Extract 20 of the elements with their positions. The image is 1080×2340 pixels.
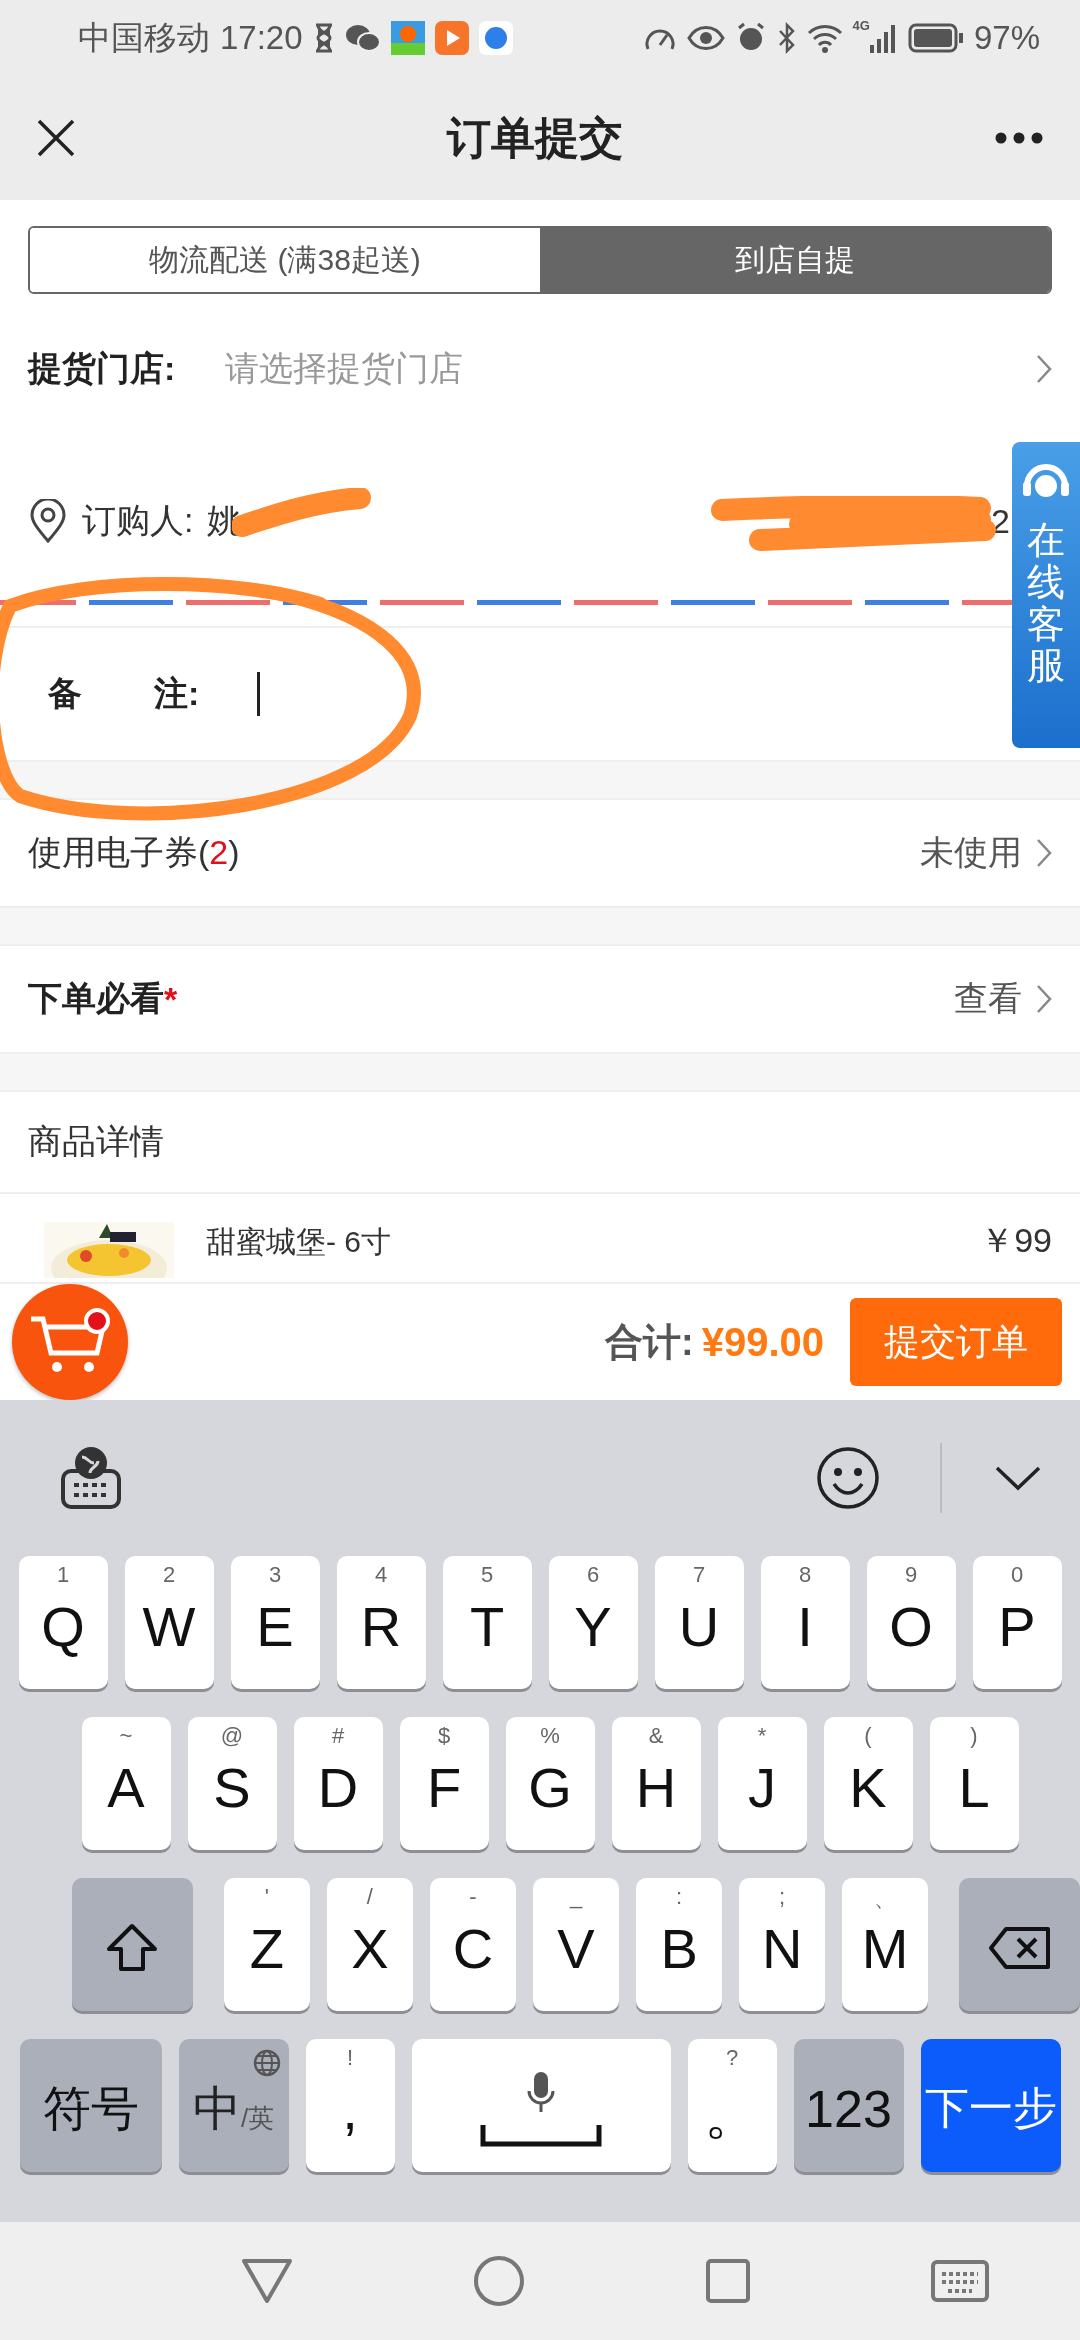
total-amount: ¥99.00: [701, 1319, 824, 1365]
store-label: 提货门店:: [28, 348, 176, 389]
buyer-label: 订购人:: [82, 500, 194, 541]
remark-label: 注:: [154, 673, 200, 714]
notice-label: 下单必看: [28, 978, 164, 1019]
clock-time: 17:20: [220, 19, 303, 57]
coupon-label: 使用电子券(2): [28, 832, 240, 873]
product-name: 甜蜜城堡- 6寸: [206, 1224, 391, 1260]
total-label: 合计:: [605, 1319, 694, 1365]
carrier-name: 中国移动: [78, 17, 210, 58]
remark-label: 备: [48, 673, 82, 714]
notice-view-link: 查看: [954, 978, 1022, 1019]
page-title: 订单提交: [447, 111, 623, 164]
store-placeholder: 请选择提货门店: [225, 348, 465, 389]
section-title: 商品详情: [28, 1121, 164, 1162]
network-type: 4G: [852, 18, 870, 33]
required-mark: *: [164, 979, 178, 1019]
coupon-status: 未使用: [920, 832, 1022, 873]
product-price: ￥99: [980, 1220, 1052, 1261]
battery-level: 97%: [973, 19, 1040, 57]
